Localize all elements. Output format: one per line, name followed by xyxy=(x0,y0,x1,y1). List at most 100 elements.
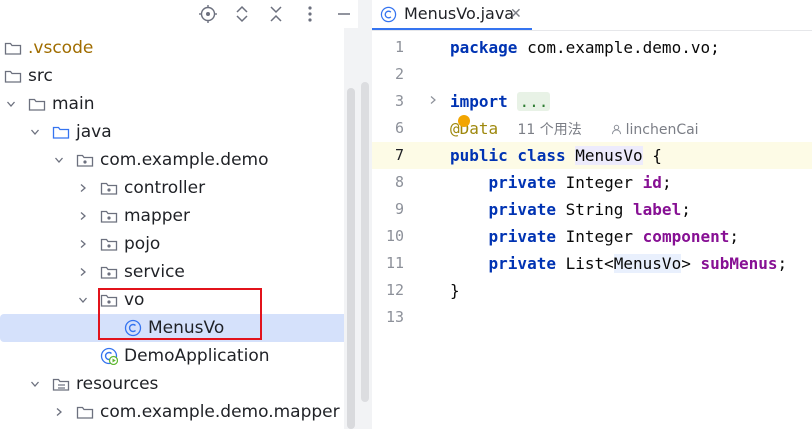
panel-divider-scrollbar[interactable] xyxy=(358,0,372,429)
chevron-down-icon[interactable] xyxy=(52,146,66,174)
tree-item-label: src xyxy=(28,66,53,86)
user-icon xyxy=(611,119,626,138)
tree-item-label: DemoApplication xyxy=(124,346,270,366)
code-token: component xyxy=(642,227,730,246)
code-line[interactable]: 13 xyxy=(372,304,812,331)
tree-item-com-example-demo[interactable]: com.example.demo xyxy=(0,146,358,174)
code-text: import ... xyxy=(450,88,551,115)
collapse-all-icon[interactable] xyxy=(266,4,286,24)
scrollbar-thumb[interactable] xyxy=(361,82,369,402)
class-icon xyxy=(380,6,397,23)
tree-item-label: resources xyxy=(76,374,159,394)
tree-item-label: mapper xyxy=(124,206,191,226)
folder-icon xyxy=(4,67,22,85)
code-token: private xyxy=(488,173,556,192)
tree-item-label: pojo xyxy=(124,234,161,254)
tab-menusvo[interactable]: MenusVo.java ✕ xyxy=(372,0,540,30)
code-token: String xyxy=(555,200,634,219)
expand-collapse-icon[interactable] xyxy=(232,4,252,24)
code-text: private Integer component; xyxy=(450,223,739,250)
chevron-right-icon[interactable] xyxy=(76,174,90,202)
folder-icon xyxy=(4,39,22,57)
folder-icon xyxy=(76,403,94,421)
line-number: 9 xyxy=(394,200,404,218)
source-folder-icon xyxy=(52,123,70,141)
tree-item-src[interactable]: src xyxy=(0,62,358,90)
close-icon[interactable]: ✕ xyxy=(510,6,522,22)
tree-item-label: java xyxy=(76,122,112,142)
tree-item-service[interactable]: service xyxy=(0,258,358,286)
code-line[interactable]: 7 public class MenusVo { xyxy=(372,142,812,169)
tree-item-controller[interactable]: controller xyxy=(0,174,358,202)
tree-item-main[interactable]: main xyxy=(0,90,358,118)
chevron-down-icon[interactable] xyxy=(28,118,42,146)
code-line[interactable]: 6 @Data 11 个用法 linchenCai xyxy=(372,115,812,142)
code-token: Integer xyxy=(555,173,643,192)
code-token: linchenCai xyxy=(625,122,699,138)
line-number: 6 xyxy=(394,119,404,137)
active-tab-indicator xyxy=(372,28,532,30)
code-line[interactable]: 11 private List<MenusVo> subMenus; xyxy=(372,250,812,277)
code-line[interactable]: 9 private String label; xyxy=(372,196,812,223)
line-number: 1 xyxy=(394,38,404,56)
tree-item-java[interactable]: java xyxy=(0,118,358,146)
code-token: private xyxy=(488,227,556,246)
locate-icon[interactable] xyxy=(198,4,218,24)
code-text: private List<MenusVo> subMenus; xyxy=(450,250,787,277)
code-line[interactable]: 3 import ... xyxy=(372,88,812,115)
code-text: } xyxy=(450,277,460,304)
chevron-right-icon[interactable] xyxy=(76,202,90,230)
minimize-icon[interactable] xyxy=(334,4,354,24)
chevron-right-icon[interactable] xyxy=(76,230,90,258)
code-token: { xyxy=(642,146,662,165)
fold-arrow-icon[interactable] xyxy=(428,88,438,115)
code-line[interactable]: 10 private Integer component; xyxy=(372,223,812,250)
code-text: public class MenusVo { xyxy=(450,142,662,169)
tree-item-pojo[interactable]: pojo xyxy=(0,230,358,258)
folder-icon xyxy=(28,95,46,113)
highlight-box xyxy=(98,288,262,340)
chevron-right-icon[interactable] xyxy=(76,258,90,286)
code-token: ; xyxy=(729,227,740,246)
code-token: Integer xyxy=(555,227,643,246)
project-scrollbar[interactable] xyxy=(344,28,358,429)
chevron-right-icon[interactable] xyxy=(52,398,66,426)
code-token: subMenus xyxy=(700,254,778,273)
tree-item-com-example-demo-mapper[interactable]: com.example.demo.mapper xyxy=(0,398,358,426)
code-text: private Integer id; xyxy=(450,169,672,196)
package-icon xyxy=(76,151,94,169)
intention-bulb-icon[interactable] xyxy=(458,115,470,127)
code-token: ; xyxy=(777,254,788,273)
code-token: id xyxy=(642,173,662,192)
chevron-down-icon[interactable] xyxy=(28,370,42,398)
chevron-down-icon[interactable] xyxy=(76,286,90,314)
code-token: ... xyxy=(517,92,551,111)
tree-item-resources[interactable]: resources xyxy=(0,370,358,398)
code-line[interactable]: 2 xyxy=(372,61,812,88)
line-number: 10 xyxy=(385,227,404,245)
line-number: 3 xyxy=(394,92,404,110)
tree-item-demoapplication[interactable]: DemoApplication xyxy=(0,342,358,370)
code-token: package xyxy=(450,38,518,57)
chevron-down-icon[interactable] xyxy=(4,90,18,118)
code-line[interactable]: 12} xyxy=(372,277,812,304)
code-editor: MenusVo.java ✕ 1 package com.example.demo… xyxy=(372,0,812,429)
code-token: } xyxy=(450,281,460,300)
code-line[interactable]: 8 private Integer id; xyxy=(372,169,812,196)
line-number: 2 xyxy=(394,65,404,83)
code-line[interactable]: 1 package com.example.demo.vo; xyxy=(372,34,812,61)
tree-item--vscode[interactable]: .vscode xyxy=(0,34,358,62)
code-token: ; xyxy=(681,200,691,219)
scrollbar-thumb[interactable] xyxy=(347,88,355,429)
code-token: private xyxy=(488,200,556,219)
code-token: public class xyxy=(450,146,566,165)
code-token: private xyxy=(488,254,556,273)
tree-item-mapper[interactable]: mapper xyxy=(0,202,358,230)
more-options-icon[interactable] xyxy=(300,4,320,24)
